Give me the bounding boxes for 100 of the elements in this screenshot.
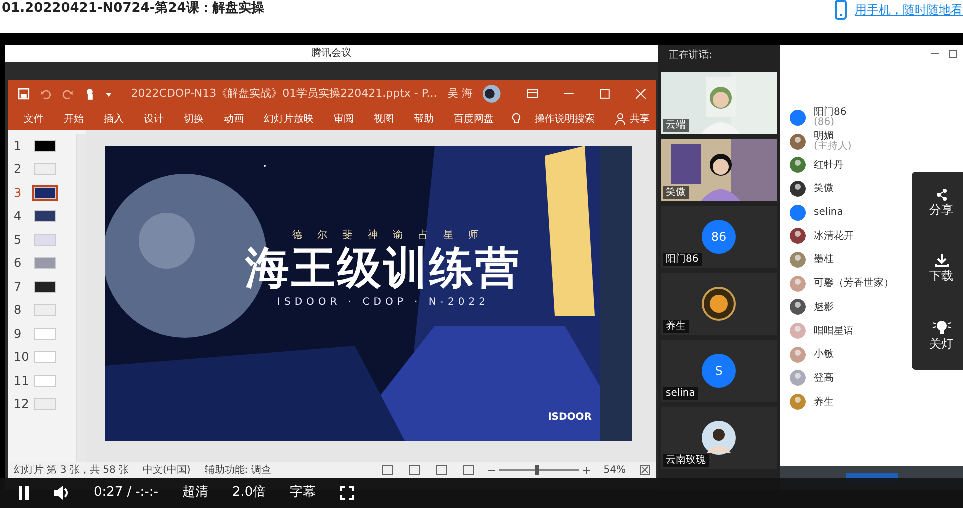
avatar: 86	[702, 220, 736, 254]
avatar	[702, 421, 736, 455]
ribbon-tab[interactable]: 切换	[174, 112, 214, 126]
slide-thumbnail[interactable]	[34, 328, 56, 340]
slide-count: 幻灯片 第 3 张，共 58 张	[14, 464, 129, 478]
slideshow-icon[interactable]	[462, 465, 474, 475]
participant-name: selina	[814, 207, 844, 218]
participant-name: 墨桂	[814, 254, 834, 266]
participant-name: 明媚	[814, 131, 834, 142]
slide-thumbnail[interactable]	[34, 234, 56, 246]
subtitles-button[interactable]: 字幕	[290, 483, 316, 503]
participant-name: 红牡丹	[814, 160, 844, 171]
ribbon-tab[interactable]: 审阅	[324, 112, 364, 126]
tell-me-search[interactable]: 操作说明搜索	[525, 112, 605, 126]
accessibility-status[interactable]: 辅助功能: 调查	[204, 462, 272, 478]
slide-thumbnail[interactable]	[34, 140, 56, 152]
maximize-icon[interactable]	[949, 50, 957, 58]
avatar: S	[702, 354, 736, 388]
zoom-in-icon[interactable]	[582, 466, 590, 474]
fullscreen-icon[interactable]	[340, 486, 354, 500]
ribbon-tab[interactable]: 帮助	[404, 112, 444, 126]
zoom-percent[interactable]: 54%	[604, 462, 626, 478]
video-title: 01.20220421-N0724-第24课：解盘实操	[2, 0, 264, 18]
slide-thumbnail[interactable]	[34, 280, 56, 293]
meeting-title: 腾讯会议	[312, 48, 352, 59]
slide-thumbnail[interactable]	[34, 186, 56, 199]
side-menu-item[interactable]: 关灯	[930, 319, 954, 353]
ribbon-tab[interactable]: 开始	[54, 112, 94, 126]
participant-name: 唱唱星语	[814, 326, 854, 337]
slide-tagline: ISDOOR · CDOP · N-2022	[276, 296, 490, 310]
close-icon[interactable]	[636, 89, 646, 99]
person-icon	[615, 113, 626, 125]
ribbon-tab[interactable]: 动画	[214, 112, 254, 126]
participant-name: 阳门86	[663, 253, 702, 266]
fit-to-window-icon[interactable]	[640, 465, 650, 475]
share-icon	[936, 189, 948, 201]
speed-button[interactable]: 2.0倍	[232, 483, 266, 503]
slide-title: 海王级训练营	[244, 243, 522, 295]
share-button[interactable]: 共享	[630, 112, 650, 126]
quality-button[interactable]: 超清	[182, 483, 208, 503]
slide-thumbnail[interactable]	[34, 257, 56, 270]
volume-icon[interactable]	[54, 486, 70, 500]
avatar	[790, 370, 806, 386]
avatar	[790, 299, 806, 316]
participant-name: 可馨（芳香世家）	[814, 278, 894, 290]
slide-number: 8	[14, 302, 23, 320]
slide-thumbnail[interactable]	[34, 304, 56, 316]
avatar	[790, 252, 806, 268]
sorter-view-icon[interactable]	[408, 465, 420, 475]
user-name: 吴 海	[447, 86, 473, 102]
slide-number: 2	[14, 161, 23, 178]
reading-view-icon[interactable]	[436, 465, 447, 475]
avatar	[790, 276, 806, 292]
download-icon	[934, 253, 948, 267]
slide-thumbnail[interactable]	[34, 374, 56, 387]
ribbon-display-icon[interactable]	[526, 89, 538, 99]
participant-role: (主持人)	[814, 142, 852, 152]
participant-name: 笑傲	[663, 186, 689, 199]
slide-thumbnail[interactable]	[34, 210, 56, 222]
pause-icon[interactable]	[18, 486, 30, 500]
ribbon-tab[interactable]: 插入	[94, 112, 134, 126]
participant-name: 养生	[814, 396, 834, 408]
slide-thumbnail[interactable]	[34, 351, 56, 364]
side-menu-item[interactable]: 分享	[930, 189, 954, 219]
ribbon-tab[interactable]: 幻灯片放映	[254, 112, 324, 126]
slide-number: 5	[14, 232, 23, 249]
slide-subtitle: 德 尔 斐 神 谕 占 星 师	[291, 228, 485, 243]
avatar	[790, 110, 806, 126]
ribbon-tab[interactable]: 文件	[14, 112, 54, 126]
participant-name: 云端	[663, 119, 689, 132]
slide-number: 11	[14, 372, 28, 390]
participant-name: 魅影	[814, 302, 834, 313]
ribbon-tab[interactable]: 设计	[134, 112, 174, 126]
slide-thumbnail[interactable]	[34, 163, 56, 176]
time-separator: /	[127, 484, 132, 502]
avatar	[790, 134, 806, 150]
avatar	[790, 346, 806, 363]
avatar	[702, 287, 736, 321]
participant-name: 云南玫瑰	[663, 454, 709, 467]
slider-thumb[interactable]	[534, 465, 539, 475]
mobile-link[interactable]: 用手机，随时随地看	[855, 1, 963, 19]
normal-view-icon[interactable]	[382, 465, 393, 475]
slide-number: 10	[14, 349, 28, 366]
lightbulb-icon	[932, 319, 952, 335]
ribbon-tab[interactable]: 视图	[364, 112, 404, 126]
slide-number: 6	[14, 255, 23, 272]
participant-name: 小敏	[814, 349, 834, 360]
phone-icon	[835, 0, 847, 20]
brand-logo-text: ISDOOR	[548, 411, 592, 425]
file-title: 2022CDOP-N13《解盘实战》01学员实操220421.pptx - P...	[131, 86, 438, 102]
duration: -:-:-	[136, 484, 158, 502]
user-avatar	[482, 85, 501, 103]
slide-thumbnail[interactable]	[34, 398, 56, 410]
side-menu-item[interactable]: 下载	[930, 253, 954, 285]
current-time: 0:27	[94, 484, 124, 502]
participant-name: selina	[663, 387, 698, 400]
slide-number: 7	[14, 278, 23, 296]
ribbon-tab[interactable]: 百度网盘	[444, 112, 504, 126]
avatar	[790, 180, 806, 197]
save-icon[interactable]	[18, 88, 30, 100]
